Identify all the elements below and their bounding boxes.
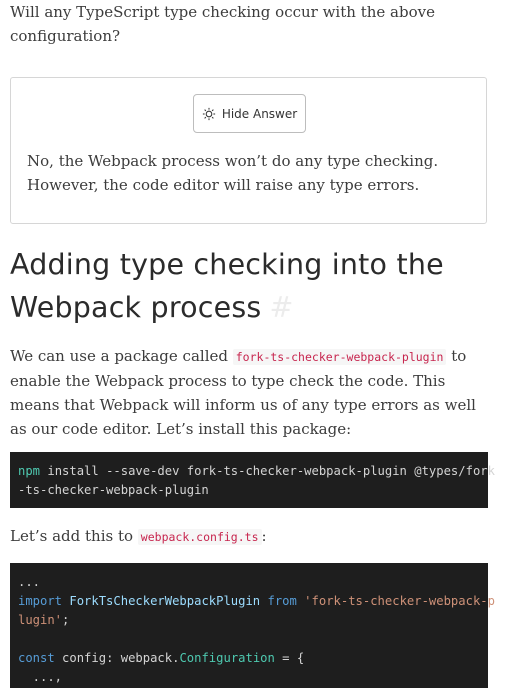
add-config-paragraph: Let’s add this to webpack.config.ts: xyxy=(10,524,490,549)
import-keyword: import xyxy=(18,594,63,608)
save-dev-flag: --save-dev xyxy=(106,464,180,478)
section-heading: Adding type checking into the Webpack pr… xyxy=(10,243,490,329)
answer-text: No, the Webpack process won’t do any typ… xyxy=(27,152,439,194)
intro-text-before: We can use a package called xyxy=(10,347,233,365)
configuration-type: Configuration xyxy=(179,651,275,665)
from-keyword: from xyxy=(267,594,297,608)
types-pkg-cont: -ts-checker-webpack-plugin xyxy=(18,483,209,497)
answer-panel: Hide Answer No, the Webpack process won’… xyxy=(10,77,487,224)
config-file-code: webpack.config.ts xyxy=(137,529,262,545)
npm-cmd: npm xyxy=(18,464,41,478)
hide-answer-button[interactable]: Hide Answer xyxy=(193,94,306,133)
config-eq: = { xyxy=(274,651,305,665)
question-text: Will any TypeScript type checking occur … xyxy=(10,3,435,45)
config-spread: ..., xyxy=(18,670,63,684)
hide-answer-label: Hide Answer xyxy=(221,106,298,121)
code-ellipsis: ... xyxy=(18,575,41,589)
config-colon: : xyxy=(106,651,121,665)
import-string-cont: lugin' xyxy=(18,613,63,627)
section-heading-text: Adding type checking into the Webpack pr… xyxy=(10,248,444,324)
heading-anchor-link[interactable]: # xyxy=(269,291,293,324)
add-config-before: Let’s add this to xyxy=(10,527,138,545)
lightbulb-icon xyxy=(202,107,215,120)
const-keyword: const xyxy=(18,651,55,665)
add-config-after: : xyxy=(261,527,267,545)
types-pkg: @types/fork xyxy=(414,464,495,478)
plugin-pkg: fork-ts-checker-webpack-plugin xyxy=(179,464,415,478)
package-name-code: fork-ts-checker-webpack-plugin xyxy=(232,349,447,365)
install-code-block: npm install --save-dev fork-ts-checker-w… xyxy=(10,452,495,508)
install-word: install xyxy=(40,464,107,478)
import-name: ForkTsCheckerWebpackPlugin xyxy=(62,594,268,608)
config-code-block: ... import ForkTsCheckerWebpackPlugin fr… xyxy=(10,563,495,688)
import-semicolon: ; xyxy=(62,613,70,627)
webpack-ns: webpack. xyxy=(120,651,180,665)
config-name: config xyxy=(54,651,107,665)
intro-paragraph: We can use a package called fork-ts-chec… xyxy=(10,344,494,441)
import-string: 'fork-ts-checker-webpack-p xyxy=(296,594,495,608)
